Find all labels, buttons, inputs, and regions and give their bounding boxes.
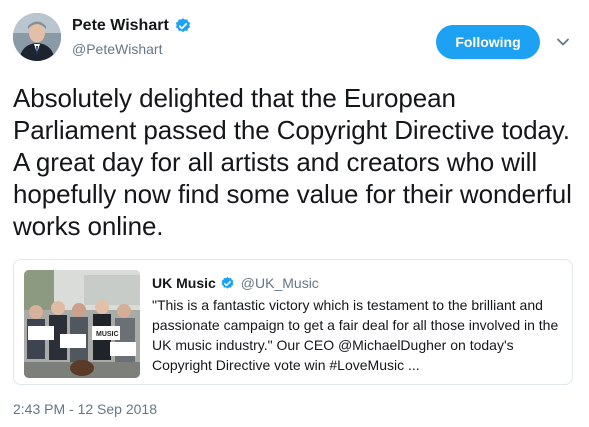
verified-badge-icon [174,17,192,35]
author-avatar[interactable] [13,13,61,61]
avatar-image [13,13,61,61]
quoted-tweet-media[interactable]: MUSIC [24,270,140,378]
tweet-card: Pete Wishart @PeteWishart Following Abso… [0,0,589,427]
chevron-down-icon[interactable] [555,34,571,50]
quoted-display-name: UK Music [152,275,216,291]
quoted-tweet-body: UK Music @UK_Music "This is a fantastic … [152,273,562,375]
verified-badge-icon [220,276,235,291]
author-display-name[interactable]: Pete Wishart [72,17,169,35]
author-info: Pete Wishart @PeteWishart [72,15,192,57]
author-handle[interactable]: @PeteWishart [72,41,192,57]
group-photo-image: MUSIC [24,270,140,378]
quoted-tweet-text: "This is a fantastic victory which is te… [152,297,559,373]
following-button[interactable]: Following [436,25,540,59]
media-sign-text: MUSIC [96,331,119,338]
author-name-row: Pete Wishart [72,15,192,37]
quoted-tweet-header: UK Music @UK_Music [152,273,562,293]
quoted-handle: @UK_Music [240,275,319,291]
quoted-tweet[interactable]: MUSIC UK Music @UK_Music "This is a fant… [13,259,573,385]
tweet-timestamp[interactable]: 2:43 PM - 12 Sep 2018 [13,401,157,417]
tweet-text: Absolutely delighted that the European P… [13,83,572,241]
